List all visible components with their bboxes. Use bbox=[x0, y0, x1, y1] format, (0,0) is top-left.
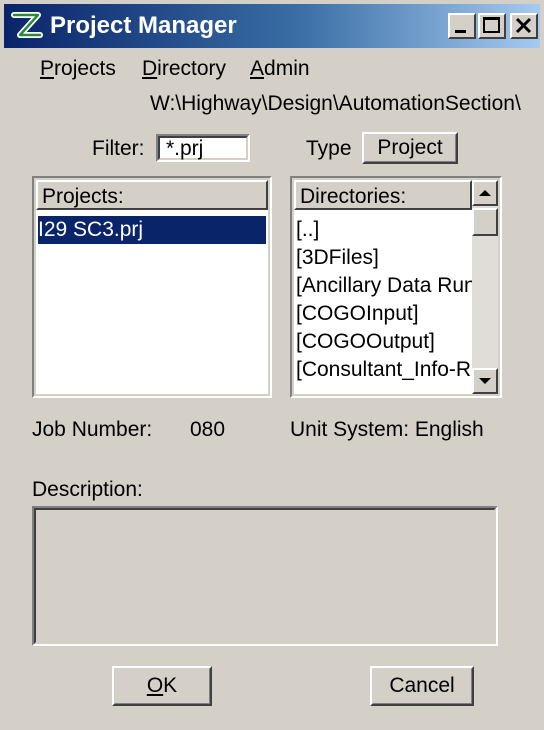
type-button-bevel bbox=[364, 134, 456, 162]
menu-directory[interactable]: Directory bbox=[142, 56, 226, 82]
description-label: Description: bbox=[32, 478, 143, 501]
menu-projects[interactable]: Projects bbox=[40, 56, 116, 82]
menu-admin[interactable]: Admin bbox=[250, 56, 310, 82]
menu-directory-rest: irectory bbox=[157, 57, 227, 80]
current-path: W:\Highway\Design\AutomationSection\ bbox=[150, 92, 521, 115]
directory-item[interactable]: [3DFiles] bbox=[296, 244, 379, 272]
job-number-label: Job Number: bbox=[32, 418, 153, 441]
description-field-bevel bbox=[34, 508, 496, 644]
menu-projects-rest: rojects bbox=[54, 57, 116, 80]
directories-list[interactable]: Directories: [..] [3DFiles] [Ancillary D… bbox=[294, 180, 498, 394]
filter-label: Filter: bbox=[92, 137, 145, 160]
window-title: Project Manager bbox=[50, 12, 237, 39]
menu-bar: Projects Directory Admin bbox=[0, 52, 544, 86]
scroll-down-button[interactable] bbox=[472, 368, 498, 394]
directories-header: Directories: bbox=[294, 180, 472, 210]
arrow-up-icon bbox=[479, 190, 491, 196]
app-logo-icon bbox=[11, 12, 43, 38]
project-manager-window: Project Manager Projects Directory Admin… bbox=[0, 0, 544, 730]
unit-system-label: Unit System: English bbox=[290, 418, 484, 441]
projects-list[interactable]: Projects: I29 SC3.prj bbox=[36, 180, 268, 394]
scroll-thumb[interactable] bbox=[472, 208, 498, 236]
directory-item[interactable]: [COGOInput] bbox=[296, 300, 419, 328]
directory-item[interactable]: [Ancillary Data Runs] bbox=[296, 272, 492, 300]
project-item[interactable]: I29 SC3.prj bbox=[38, 216, 266, 244]
minimize-button[interactable] bbox=[448, 13, 476, 39]
maximize-icon bbox=[483, 17, 500, 33]
filter-input[interactable]: *.prj bbox=[156, 134, 250, 162]
filter-value: *.prj bbox=[166, 137, 204, 160]
directories-list-frame: Directories: [..] [3DFiles] [Ancillary D… bbox=[290, 176, 502, 398]
directory-item[interactable]: [..] bbox=[296, 216, 319, 244]
scroll-up-button[interactable] bbox=[472, 180, 498, 206]
projects-list-frame: Projects: I29 SC3.prj bbox=[32, 176, 272, 398]
directory-item[interactable]: [Consultant_Info-Rec bbox=[296, 356, 493, 384]
directories-scrollbar[interactable] bbox=[472, 180, 498, 394]
maximize-button[interactable] bbox=[478, 13, 506, 39]
title-bar[interactable]: Project Manager bbox=[4, 4, 540, 48]
description-field[interactable] bbox=[32, 506, 498, 646]
cancel-button[interactable]: Cancel bbox=[370, 666, 474, 706]
projects-header: Projects: bbox=[36, 180, 268, 210]
minimize-icon bbox=[455, 30, 466, 33]
directory-item[interactable]: [COGOOutput] bbox=[296, 328, 435, 356]
type-project-button[interactable]: Project bbox=[362, 132, 458, 164]
arrow-down-icon bbox=[479, 378, 491, 384]
ok-button-bevel bbox=[114, 668, 210, 704]
close-icon bbox=[515, 17, 532, 34]
type-label: Type bbox=[306, 137, 352, 160]
close-button[interactable] bbox=[510, 13, 538, 39]
cancel-button-bevel bbox=[372, 668, 472, 704]
ok-button[interactable]: OK bbox=[112, 666, 212, 706]
job-number-value: 080 bbox=[190, 418, 226, 441]
menu-admin-rest: dmin bbox=[264, 57, 310, 80]
